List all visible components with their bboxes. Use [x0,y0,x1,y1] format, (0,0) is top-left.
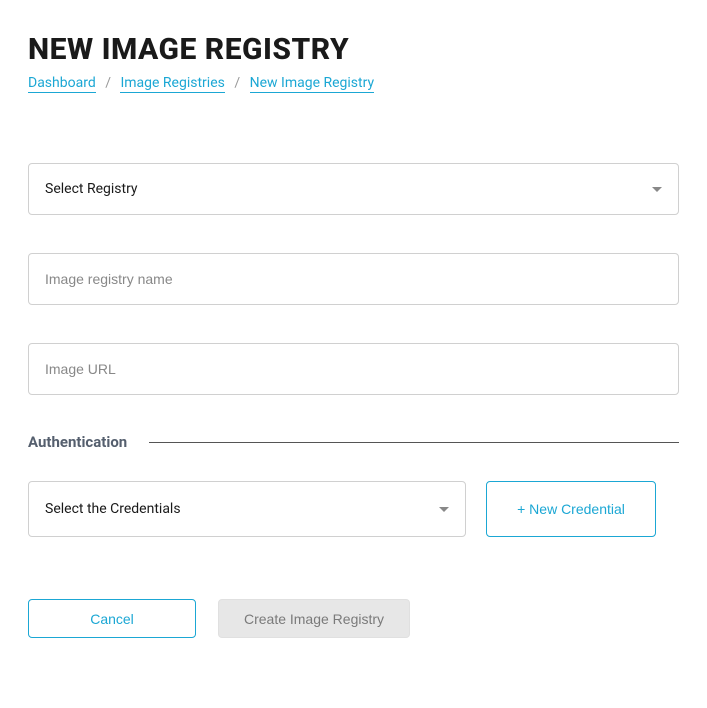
page-title: NEW IMAGE REGISTRY [28,32,679,67]
image-url-input[interactable] [45,361,662,377]
chevron-down-icon [652,181,662,197]
registry-select-value: Select Registry [45,181,138,197]
breadcrumb-separator: / [105,75,111,91]
chevron-down-icon [439,501,449,517]
registry-name-input[interactable] [45,271,662,287]
breadcrumb-separator: / [234,75,240,91]
registry-select[interactable]: Select Registry [28,163,679,215]
breadcrumb: Dashboard / Image Registries / New Image… [28,75,679,91]
credentials-select[interactable]: Select the Credentials [28,481,466,537]
authentication-section-header: Authentication [28,433,679,451]
breadcrumb-image-registries[interactable]: Image Registries [120,75,224,93]
authentication-title: Authentication [28,433,127,451]
registry-name-input-wrapper [28,253,679,305]
section-divider [149,442,679,443]
create-image-registry-button[interactable]: Create Image Registry [218,599,410,638]
image-url-input-wrapper [28,343,679,395]
breadcrumb-dashboard[interactable]: Dashboard [28,75,96,93]
cancel-button[interactable]: Cancel [28,599,196,638]
breadcrumb-new-image-registry[interactable]: New Image Registry [250,75,374,93]
new-credential-button[interactable]: + New Credential [486,481,656,537]
credentials-select-value: Select the Credentials [45,501,181,517]
